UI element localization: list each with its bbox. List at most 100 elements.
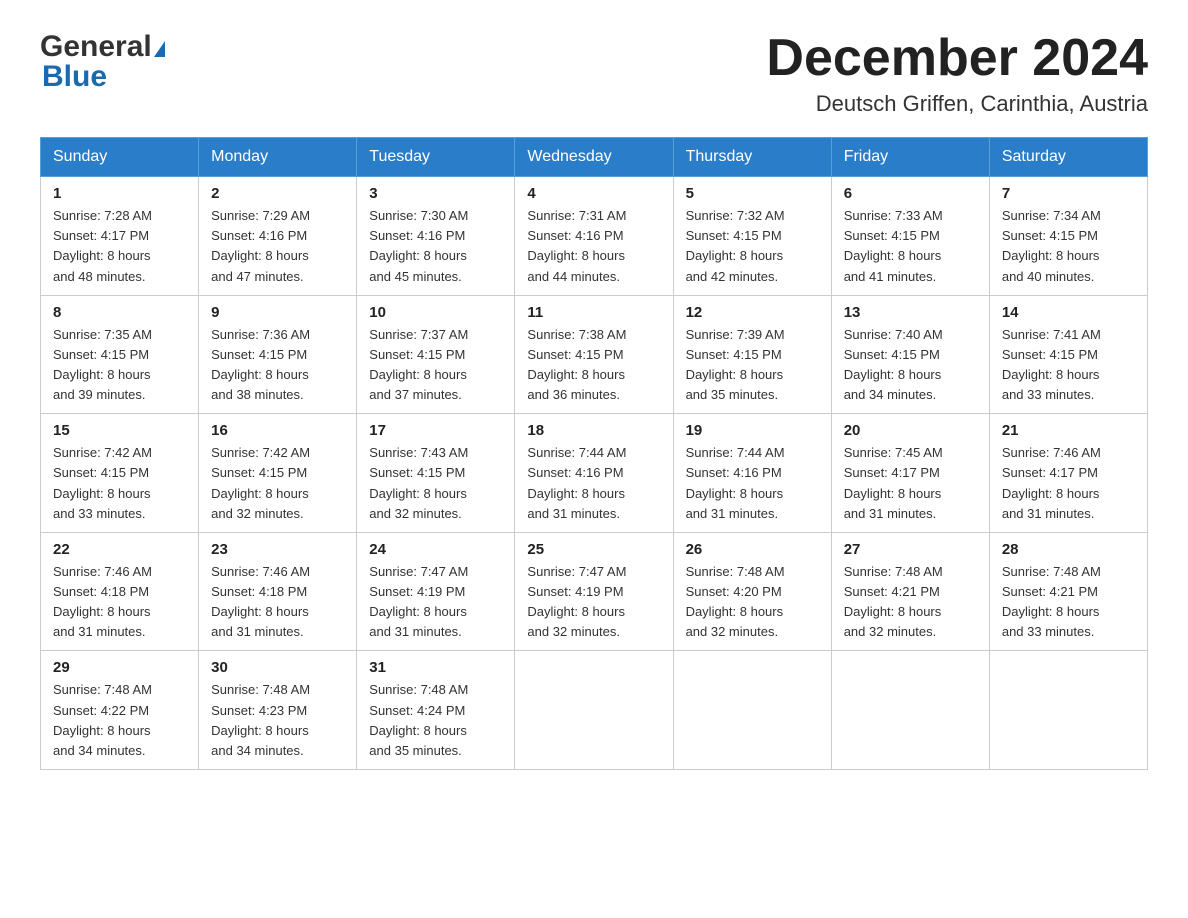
logo-triangle-icon — [154, 41, 165, 57]
calendar-cell: 7 Sunrise: 7:34 AMSunset: 4:15 PMDaylight… — [989, 177, 1147, 296]
day-info: Sunrise: 7:48 AMSunset: 4:24 PMDaylight:… — [369, 680, 502, 761]
day-number: 5 — [686, 185, 819, 202]
day-info: Sunrise: 7:48 AMSunset: 4:21 PMDaylight:… — [1002, 562, 1135, 643]
day-number: 19 — [686, 422, 819, 439]
calendar-cell: 13Sunrise: 7:40 AMSunset: 4:15 PMDayligh… — [831, 295, 989, 414]
calendar-cell: 16Sunrise: 7:42 AMSunset: 4:15 PMDayligh… — [199, 414, 357, 533]
calendar-cell: 1Sunrise: 7:28 AMSunset: 4:17 PMDaylight… — [41, 177, 199, 296]
day-info: Sunrise: 7:29 AMSunset: 4:16 PMDaylight:… — [211, 206, 344, 287]
calendar-cell: 14 Sunrise: 7:41 AMSunset: 4:15 PMDayligh… — [989, 295, 1147, 414]
day-number: 20 — [844, 422, 977, 439]
day-info: Sunrise: 7:35 AMSunset: 4:15 PMDaylight:… — [53, 325, 186, 406]
logo-general-text: General — [40, 30, 152, 64]
day-number: 28 — [1002, 541, 1135, 558]
calendar-cell — [673, 651, 831, 770]
calendar-cell: 29 Sunrise: 7:48 AMSunset: 4:22 PMDayligh… — [41, 651, 199, 770]
calendar-cell: 22Sunrise: 7:46 AMSunset: 4:18 PMDayligh… — [41, 532, 199, 651]
page-header: General Blue December 2024 Deutsch Griff… — [40, 30, 1148, 117]
day-number: 17 — [369, 422, 502, 439]
calendar-cell: 10 Sunrise: 7:37 AMSunset: 4:15 PMDayligh… — [357, 295, 515, 414]
day-number: 2 — [211, 185, 344, 202]
calendar-week-row: 15 Sunrise: 7:42 AMSunset: 4:15 PMDayligh… — [41, 414, 1148, 533]
calendar-cell: 18Sunrise: 7:44 AMSunset: 4:16 PMDayligh… — [515, 414, 673, 533]
calendar-week-row: 29 Sunrise: 7:48 AMSunset: 4:22 PMDayligh… — [41, 651, 1148, 770]
day-number: 29 — [53, 659, 186, 676]
calendar-cell — [989, 651, 1147, 770]
day-number: 14 — [1002, 304, 1135, 321]
logo-blue-text: Blue — [40, 60, 167, 94]
calendar-cell: 4 Sunrise: 7:31 AMSunset: 4:16 PMDaylight… — [515, 177, 673, 296]
day-number: 30 — [211, 659, 344, 676]
day-info: Sunrise: 7:47 AMSunset: 4:19 PMDaylight:… — [527, 562, 660, 643]
calendar-cell: 26 Sunrise: 7:48 AMSunset: 4:20 PMDayligh… — [673, 532, 831, 651]
day-info: Sunrise: 7:33 AMSunset: 4:15 PMDaylight:… — [844, 206, 977, 287]
day-number: 25 — [527, 541, 660, 558]
day-info: Sunrise: 7:41 AMSunset: 4:15 PMDaylight:… — [1002, 325, 1135, 406]
day-info: Sunrise: 7:34 AMSunset: 4:15 PMDaylight:… — [1002, 206, 1135, 287]
day-number: 3 — [369, 185, 502, 202]
day-number: 31 — [369, 659, 502, 676]
day-info: Sunrise: 7:42 AMSunset: 4:15 PMDaylight:… — [53, 443, 186, 524]
day-info: Sunrise: 7:46 AMSunset: 4:17 PMDaylight:… — [1002, 443, 1135, 524]
day-info: Sunrise: 7:32 AMSunset: 4:15 PMDaylight:… — [686, 206, 819, 287]
day-info: Sunrise: 7:43 AMSunset: 4:15 PMDaylight:… — [369, 443, 502, 524]
day-number: 7 — [1002, 185, 1135, 202]
calendar-week-row: 8Sunrise: 7:35 AMSunset: 4:15 PMDaylight… — [41, 295, 1148, 414]
calendar-cell: 2 Sunrise: 7:29 AMSunset: 4:16 PMDaylight… — [199, 177, 357, 296]
day-info: Sunrise: 7:48 AMSunset: 4:20 PMDaylight:… — [686, 562, 819, 643]
day-number: 10 — [369, 304, 502, 321]
day-info: Sunrise: 7:31 AMSunset: 4:16 PMDaylight:… — [527, 206, 660, 287]
day-info: Sunrise: 7:40 AMSunset: 4:15 PMDaylight:… — [844, 325, 977, 406]
calendar-cell: 8Sunrise: 7:35 AMSunset: 4:15 PMDaylight… — [41, 295, 199, 414]
calendar-cell — [831, 651, 989, 770]
calendar-cell: 15 Sunrise: 7:42 AMSunset: 4:15 PMDayligh… — [41, 414, 199, 533]
calendar-cell: 23Sunrise: 7:46 AMSunset: 4:18 PMDayligh… — [199, 532, 357, 651]
weekday-header-monday: Monday — [199, 138, 357, 177]
day-info: Sunrise: 7:48 AMSunset: 4:21 PMDaylight:… — [844, 562, 977, 643]
calendar-cell — [515, 651, 673, 770]
day-number: 11 — [527, 304, 660, 321]
weekday-header-wednesday: Wednesday — [515, 138, 673, 177]
day-number: 26 — [686, 541, 819, 558]
day-number: 15 — [53, 422, 186, 439]
calendar-cell: 6Sunrise: 7:33 AMSunset: 4:15 PMDaylight… — [831, 177, 989, 296]
calendar-cell: 20 Sunrise: 7:45 AMSunset: 4:17 PMDayligh… — [831, 414, 989, 533]
day-info: Sunrise: 7:39 AMSunset: 4:15 PMDaylight:… — [686, 325, 819, 406]
day-info: Sunrise: 7:45 AMSunset: 4:17 PMDaylight:… — [844, 443, 977, 524]
day-info: Sunrise: 7:48 AMSunset: 4:22 PMDaylight:… — [53, 680, 186, 761]
calendar-table: SundayMondayTuesdayWednesdayThursdayFrid… — [40, 137, 1148, 770]
calendar-cell: 24Sunrise: 7:47 AMSunset: 4:19 PMDayligh… — [357, 532, 515, 651]
calendar-cell: 25 Sunrise: 7:47 AMSunset: 4:19 PMDayligh… — [515, 532, 673, 651]
weekday-header-saturday: Saturday — [989, 138, 1147, 177]
day-number: 27 — [844, 541, 977, 558]
calendar-cell: 28 Sunrise: 7:48 AMSunset: 4:21 PMDayligh… — [989, 532, 1147, 651]
day-info: Sunrise: 7:48 AMSunset: 4:23 PMDaylight:… — [211, 680, 344, 761]
calendar-cell: 27 Sunrise: 7:48 AMSunset: 4:21 PMDayligh… — [831, 532, 989, 651]
calendar-cell: 17 Sunrise: 7:43 AMSunset: 4:15 PMDayligh… — [357, 414, 515, 533]
calendar-week-row: 22Sunrise: 7:46 AMSunset: 4:18 PMDayligh… — [41, 532, 1148, 651]
day-info: Sunrise: 7:37 AMSunset: 4:15 PMDaylight:… — [369, 325, 502, 406]
day-number: 21 — [1002, 422, 1135, 439]
calendar-cell: 19 Sunrise: 7:44 AMSunset: 4:16 PMDayligh… — [673, 414, 831, 533]
calendar-cell: 9Sunrise: 7:36 AMSunset: 4:15 PMDaylight… — [199, 295, 357, 414]
calendar-cell: 5 Sunrise: 7:32 AMSunset: 4:15 PMDaylight… — [673, 177, 831, 296]
weekday-header-thursday: Thursday — [673, 138, 831, 177]
month-title: December 2024 — [766, 30, 1148, 87]
day-info: Sunrise: 7:42 AMSunset: 4:15 PMDaylight:… — [211, 443, 344, 524]
day-info: Sunrise: 7:38 AMSunset: 4:15 PMDaylight:… — [527, 325, 660, 406]
calendar-week-row: 1Sunrise: 7:28 AMSunset: 4:17 PMDaylight… — [41, 177, 1148, 296]
day-number: 22 — [53, 541, 186, 558]
calendar-cell: 31 Sunrise: 7:48 AMSunset: 4:24 PMDayligh… — [357, 651, 515, 770]
weekday-header-friday: Friday — [831, 138, 989, 177]
logo: General Blue — [40, 30, 167, 94]
weekday-header-sunday: Sunday — [41, 138, 199, 177]
day-info: Sunrise: 7:30 AMSunset: 4:16 PMDaylight:… — [369, 206, 502, 287]
calendar-cell: 21 Sunrise: 7:46 AMSunset: 4:17 PMDayligh… — [989, 414, 1147, 533]
day-number: 12 — [686, 304, 819, 321]
weekday-header-tuesday: Tuesday — [357, 138, 515, 177]
day-info: Sunrise: 7:36 AMSunset: 4:15 PMDaylight:… — [211, 325, 344, 406]
day-info: Sunrise: 7:28 AMSunset: 4:17 PMDaylight:… — [53, 206, 186, 287]
day-info: Sunrise: 7:44 AMSunset: 4:16 PMDaylight:… — [686, 443, 819, 524]
day-number: 23 — [211, 541, 344, 558]
day-number: 4 — [527, 185, 660, 202]
